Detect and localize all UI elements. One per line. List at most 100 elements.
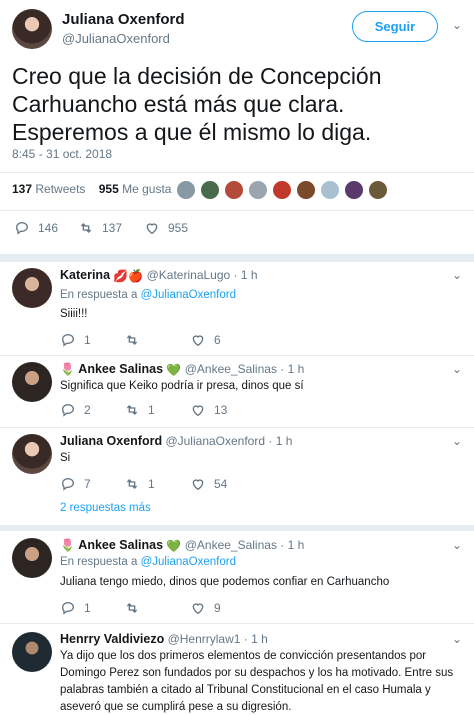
reply-actions: 1 6 (0, 330, 474, 350)
chevron-down-icon[interactable]: ⌄ (452, 538, 462, 552)
like-count: 6 (214, 333, 221, 347)
section-divider (0, 525, 474, 531)
tweet-stats: 137 Retweets 955 Me gusta (12, 182, 171, 196)
reply-count: 146 (38, 221, 59, 235)
author-handle[interactable]: @Ankee_Salinas (185, 538, 277, 552)
reply-action[interactable]: 146 (14, 218, 58, 238)
retweet-action[interactable]: 137 (78, 218, 122, 238)
in-reply-prefix: En respuesta a (60, 289, 138, 301)
reply-icon (15, 221, 29, 235)
reply-count: 2 (84, 403, 91, 417)
author-name[interactable]: Henrry Valdiviezo (60, 632, 164, 646)
retweet-icon (126, 335, 138, 345)
likes-count[interactable]: 955 (99, 182, 119, 196)
author-name[interactable]: Katerina (60, 268, 110, 282)
liker-avatar[interactable] (320, 180, 340, 200)
author-handle[interactable]: @Ankee_Salinas (185, 362, 277, 376)
reply-time[interactable]: · 1 h (280, 538, 304, 552)
author-name[interactable]: Ankee Salinas (78, 538, 163, 552)
like-action[interactable]: 13 (190, 400, 227, 420)
reply-action[interactable]: 1 (60, 330, 91, 350)
divider (0, 355, 474, 356)
author-name[interactable]: Juliana Oxenford (60, 434, 162, 448)
avatar[interactable] (12, 538, 52, 578)
chevron-down-icon[interactable]: ⌄ (452, 362, 462, 376)
reply-action[interactable]: 7 (60, 474, 91, 494)
in-reply-to: En respuesta a @JulianaOxenford (60, 556, 236, 568)
reply-actions: 7 1 54 (0, 474, 474, 494)
liker-avatar[interactable] (200, 180, 220, 200)
divider (0, 427, 474, 428)
liker-avatar[interactable] (248, 180, 268, 200)
tulip-icon: 🌷 (60, 362, 75, 376)
name-emoji: 💚 (166, 362, 182, 377)
liker-avatar[interactable] (176, 180, 196, 200)
heart-icon (192, 335, 204, 347)
likes-label[interactable]: Me gusta (122, 182, 171, 196)
reply-header: Juliana Oxenford @JulianaOxenford · 1 h (60, 434, 292, 448)
author-name[interactable]: Juliana Oxenford (62, 11, 185, 28)
name-emoji: 💚 (166, 538, 182, 553)
author-name[interactable]: Ankee Salinas (78, 362, 163, 376)
name-emoji: 💋🍎 (113, 268, 144, 283)
avatar[interactable] (12, 434, 52, 474)
tweet-timestamp[interactable]: 8:45 - 31 oct. 2018 (12, 147, 112, 161)
author-handle[interactable]: @Henrrylaw1 (168, 632, 241, 646)
reply-count: 1 (84, 333, 91, 347)
divider (0, 210, 474, 211)
retweet-icon (80, 223, 92, 233)
reply-time[interactable]: · 1 h (234, 268, 258, 282)
retweets-count[interactable]: 137 (12, 182, 32, 196)
retweet-count: 1 (148, 403, 155, 417)
in-reply-handle[interactable]: @JulianaOxenford (141, 289, 236, 301)
like-action[interactable]: 54 (190, 474, 227, 494)
reply-icon (61, 601, 75, 615)
liker-avatar[interactable] (272, 180, 292, 200)
reply-icon (61, 333, 75, 347)
liker-avatar[interactable] (368, 180, 388, 200)
retweet-action[interactable]: 1 (124, 474, 155, 494)
avatar[interactable] (12, 268, 52, 308)
retweet-action[interactable] (124, 598, 148, 618)
like-action[interactable]: 9 (190, 598, 221, 618)
chevron-down-icon[interactable]: ⌄ (452, 632, 462, 646)
section-divider (0, 254, 474, 262)
reply-count: 1 (84, 601, 91, 615)
liker-avatar[interactable] (344, 180, 364, 200)
avatar[interactable] (12, 632, 52, 672)
chevron-down-icon[interactable]: ⌄ (452, 434, 462, 448)
retweet-count: 137 (102, 221, 123, 235)
avatar[interactable] (12, 362, 52, 402)
reply-action[interactable]: 2 (60, 400, 91, 420)
like-action[interactable]: 6 (190, 330, 221, 350)
reply-header: 🌷 Ankee Salinas 💚 @Ankee_Salinas · 1 h (60, 362, 304, 377)
in-reply-to: En respuesta a @JulianaOxenford (60, 289, 236, 301)
reply-text: Si (60, 452, 71, 464)
liker-avatar[interactable] (296, 180, 316, 200)
reply-time[interactable]: · 1 h (244, 632, 268, 646)
retweet-action[interactable] (124, 330, 148, 350)
in-reply-handle[interactable]: @JulianaOxenford (141, 556, 236, 568)
like-count: 9 (214, 601, 221, 615)
more-replies-link[interactable]: 2 respuestas más (60, 502, 151, 514)
heart-icon (192, 479, 204, 491)
reply-time[interactable]: · 1 h (280, 362, 304, 376)
retweet-action[interactable]: 1 (124, 400, 155, 420)
author-handle[interactable]: @JulianaOxenford (165, 434, 265, 448)
in-reply-prefix: En respuesta a (60, 556, 138, 568)
liker-avatar[interactable] (224, 180, 244, 200)
avatar[interactable] (12, 9, 52, 49)
like-action[interactable]: 955 (144, 218, 188, 238)
retweets-label[interactable]: Retweets (35, 182, 85, 196)
reply-time[interactable]: · 1 h (268, 434, 292, 448)
chevron-down-icon[interactable]: ⌄ (452, 18, 462, 32)
follow-button[interactable]: Seguir (352, 11, 438, 42)
author-handle[interactable]: @JulianaOxenford (62, 31, 170, 46)
reply-header: Katerina 💋🍎 @KaterinaLugo · 1 h (60, 268, 258, 283)
reply-header: 🌷 Ankee Salinas 💚 @Ankee_Salinas · 1 h (60, 538, 304, 553)
author-handle[interactable]: @KaterinaLugo (147, 268, 231, 282)
reply-action[interactable]: 1 (60, 598, 91, 618)
chevron-down-icon[interactable]: ⌄ (452, 268, 462, 282)
reply-icon (61, 477, 75, 491)
reply-icon (61, 403, 75, 417)
